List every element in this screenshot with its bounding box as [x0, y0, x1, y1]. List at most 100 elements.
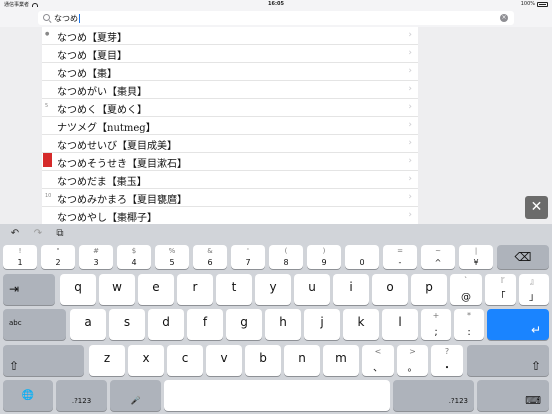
- key-5[interactable]: % 5: [155, 245, 189, 269]
- list-item-label: なつめせいび【夏目成美】: [57, 141, 177, 152]
- chevron-right-icon: ›: [408, 120, 412, 130]
- key-yen[interactable]: | ¥: [459, 245, 493, 269]
- key-question[interactable]: ? ・: [431, 345, 463, 376]
- chevron-right-icon: ›: [408, 102, 412, 112]
- key-i[interactable]: i: [333, 274, 369, 305]
- key-p[interactable]: p: [411, 274, 447, 305]
- key-c[interactable]: c: [167, 345, 203, 376]
- chevron-right-icon: ›: [408, 192, 412, 202]
- list-item[interactable]: なつめ【棗】 ›: [42, 63, 418, 81]
- key-f[interactable]: f: [187, 309, 223, 340]
- key-4[interactable]: $4: [117, 245, 151, 269]
- key-k[interactable]: k: [343, 309, 379, 340]
- list-item-marker: 10: [45, 193, 52, 199]
- key-j[interactable]: j: [304, 309, 340, 340]
- list-item-label: ナツメグ【nutmeg】: [57, 123, 156, 134]
- key-0[interactable]: 0: [345, 245, 379, 269]
- tab-key[interactable]: ⇥: [3, 274, 55, 305]
- key-m[interactable]: m: [323, 345, 359, 376]
- list-item-label: なつめがい【棗貝】: [57, 87, 147, 98]
- chevron-right-icon: ›: [408, 174, 412, 184]
- list-item[interactable]: なつめそうせき【夏目漱石】 ›: [42, 153, 418, 171]
- key-3[interactable]: #3: [79, 245, 113, 269]
- key-d[interactable]: d: [148, 309, 184, 340]
- chevron-right-icon: ›: [408, 84, 412, 94]
- key-h[interactable]: h: [265, 309, 301, 340]
- key-b[interactable]: b: [245, 345, 281, 376]
- search-field[interactable]: なつめ ×: [38, 11, 514, 25]
- search-icon: [43, 14, 50, 21]
- key-z[interactable]: z: [89, 345, 125, 376]
- shift-right-key[interactable]: ⇧: [467, 345, 549, 376]
- clear-search-icon[interactable]: ×: [500, 14, 508, 22]
- key-r[interactable]: r: [177, 274, 213, 305]
- key-6[interactable]: & 6: [193, 245, 227, 269]
- key-s[interactable]: s: [109, 309, 145, 340]
- key-1[interactable]: ! 1: [3, 245, 37, 269]
- hide-keyboard-icon[interactable]: ⌨: [477, 380, 549, 411]
- undo-icon[interactable]: ↶: [8, 227, 22, 241]
- key-minus[interactable]: = -: [383, 245, 417, 269]
- shift-left-key[interactable]: ⇧: [3, 345, 84, 376]
- key-8[interactable]: (8: [269, 245, 303, 269]
- list-item[interactable]: なつめやし【棗椰子】 ›: [42, 207, 418, 224]
- right-margin: [418, 27, 552, 224]
- key-2[interactable]: " 2: [41, 245, 75, 269]
- key-l[interactable]: l: [382, 309, 418, 340]
- list-item[interactable]: なつめ【夏目】 ›: [42, 45, 418, 63]
- battery-percent: 100%: [520, 1, 535, 7]
- list-item[interactable]: 10 なつめみかまろ【夏目甕麿】 ›: [42, 189, 418, 207]
- microphone-icon[interactable]: 🎤: [110, 380, 161, 411]
- close-button[interactable]: ✕: [525, 196, 548, 219]
- globe-icon[interactable]: 🌐: [3, 380, 53, 411]
- key-colon[interactable]: *:: [454, 309, 484, 340]
- search-input[interactable]: なつめ: [54, 13, 80, 24]
- key-period[interactable]: >。: [397, 345, 428, 376]
- list-item-label: なつめみかまろ【夏目甕麿】: [57, 195, 187, 206]
- key-comma[interactable]: <、: [362, 345, 394, 376]
- key-open-bracket[interactable]: 『「: [485, 274, 516, 305]
- key-caret[interactable]: ~ ^: [421, 245, 455, 269]
- status-time: 16:05: [268, 1, 284, 7]
- list-item-label: なつめやし【棗椰子】: [57, 213, 157, 224]
- key-t[interactable]: t: [216, 274, 252, 305]
- list-item[interactable]: ナツメグ【nutmeg】 ›: [42, 117, 418, 135]
- chevron-right-icon: ›: [408, 48, 412, 58]
- list-item-label: なつめ【夏目】: [57, 51, 127, 62]
- key-a[interactable]: a: [70, 309, 106, 340]
- key-e[interactable]: e: [138, 274, 174, 305]
- list-item-marker: ●: [45, 31, 50, 37]
- key-y[interactable]: y: [255, 274, 291, 305]
- list-item[interactable]: なつめだま【棗玉】 ›: [42, 171, 418, 189]
- abc-key[interactable]: abc: [3, 309, 66, 340]
- key-q[interactable]: q: [60, 274, 96, 305]
- left-margin: [0, 27, 42, 224]
- list-item[interactable]: なつめせいび【夏目成美】 ›: [42, 135, 418, 153]
- key-at[interactable]: ` @: [450, 274, 482, 305]
- key-semicolon[interactable]: +;: [421, 309, 451, 340]
- list-item[interactable]: ● なつめ【夏芽】 ›: [42, 27, 418, 45]
- redo-icon[interactable]: ↷: [31, 227, 45, 241]
- key-u[interactable]: u: [294, 274, 330, 305]
- number-switch-key-right[interactable]: .?123: [393, 380, 474, 411]
- key-w[interactable]: w: [99, 274, 135, 305]
- list-item-label: なつめ【棗】: [57, 69, 117, 80]
- key-o[interactable]: o: [372, 274, 408, 305]
- key-x[interactable]: x: [128, 345, 164, 376]
- enter-key[interactable]: ↵: [487, 309, 549, 340]
- key-g[interactable]: g: [226, 309, 262, 340]
- key-n[interactable]: n: [284, 345, 320, 376]
- paste-icon[interactable]: ⧉: [53, 227, 67, 241]
- list-item[interactable]: なつめがい【棗貝】 ›: [42, 81, 418, 99]
- key-v[interactable]: v: [206, 345, 242, 376]
- key-9[interactable]: ) 9: [307, 245, 341, 269]
- list-item[interactable]: 5 なつめく【夏めく】 ›: [42, 99, 418, 117]
- number-switch-key[interactable]: .?123: [56, 380, 107, 411]
- key-close-bracket[interactable]: 』」: [519, 274, 549, 305]
- key-7[interactable]: ' 7: [231, 245, 265, 269]
- list-item-marker: 5: [45, 103, 49, 109]
- backspace-icon[interactable]: ⌫: [497, 245, 549, 269]
- bookmark-icon: [43, 153, 52, 170]
- search-value: なつめ: [54, 14, 78, 23]
- space-key[interactable]: [164, 380, 390, 411]
